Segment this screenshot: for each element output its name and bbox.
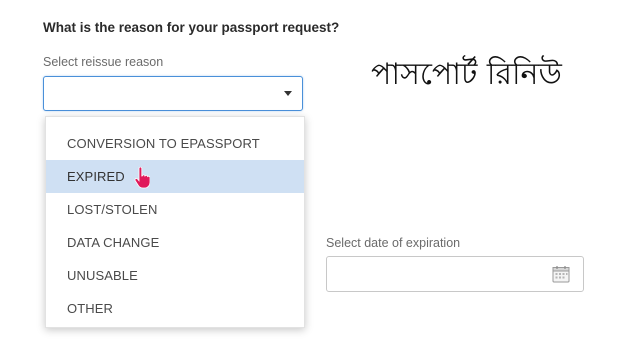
reissue-reason-select[interactable] bbox=[43, 76, 303, 111]
overlay-title: পাসপোর্ট রিনিউ bbox=[371, 57, 562, 92]
reissue-reason-dropdown: CONVERSION TO EPASSPORT EXPIRED LOST/STO… bbox=[45, 116, 305, 328]
hand-pointer-icon bbox=[134, 167, 150, 189]
expiration-date-input[interactable] bbox=[326, 256, 584, 292]
chevron-down-icon bbox=[284, 91, 292, 96]
option-expired[interactable]: EXPIRED bbox=[46, 160, 304, 193]
option-expired-label: EXPIRED bbox=[67, 169, 125, 184]
passport-form-page: What is the reason for your passport req… bbox=[0, 0, 640, 360]
option-lost-stolen[interactable]: LOST/STOLEN bbox=[46, 193, 304, 226]
reason-question: What is the reason for your passport req… bbox=[43, 20, 340, 35]
option-conversion-to-epassport[interactable]: CONVERSION TO EPASSPORT bbox=[46, 127, 304, 160]
option-unusable[interactable]: UNUSABLE bbox=[46, 259, 304, 292]
expiration-date-label: Select date of expiration bbox=[326, 236, 461, 250]
reissue-reason-label: Select reissue reason bbox=[43, 55, 164, 69]
option-data-change[interactable]: DATA CHANGE bbox=[46, 226, 304, 259]
calendar-icon[interactable] bbox=[552, 265, 570, 283]
option-other[interactable]: OTHER bbox=[46, 292, 304, 325]
